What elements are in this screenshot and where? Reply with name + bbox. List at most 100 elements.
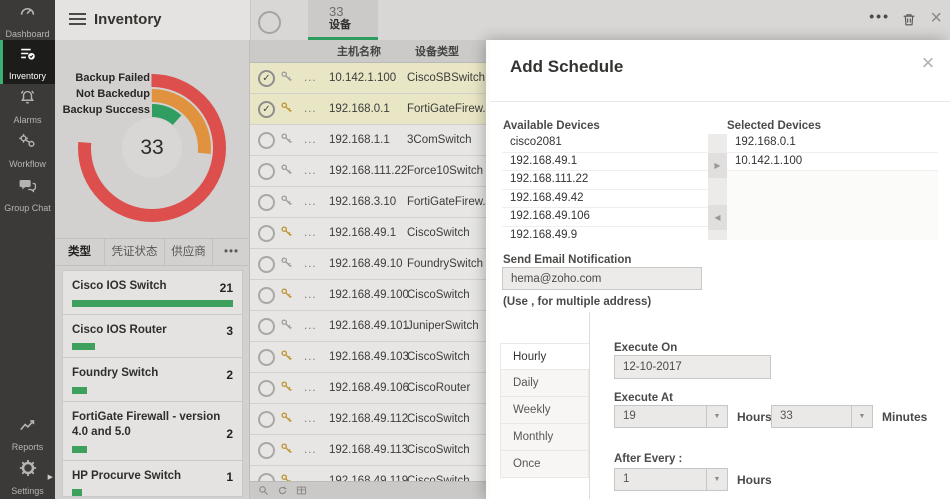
row-checkbox[interactable] bbox=[258, 441, 275, 459]
frequency-option[interactable]: Hourly bbox=[500, 343, 589, 370]
execute-on-date-input[interactable] bbox=[614, 355, 771, 379]
row-menu-ellipsis[interactable]: ... bbox=[304, 351, 329, 363]
sidebar-item-settings[interactable]: Settings bbox=[0, 455, 55, 499]
row-menu-ellipsis[interactable]: ... bbox=[304, 258, 329, 270]
available-device-item[interactable]: 192.168.49.42 bbox=[502, 189, 708, 209]
row-checkbox[interactable] bbox=[258, 255, 275, 273]
frequency-option[interactable]: Once bbox=[500, 451, 589, 478]
row-checkbox[interactable] bbox=[258, 131, 275, 149]
sidebar-item-workflow[interactable]: Workflow bbox=[0, 128, 55, 172]
device-type-row[interactable]: FortiGate Firewall - version 4.0 and 5.0… bbox=[63, 402, 242, 461]
device-row[interactable]: ... 192.168.111.22 Force10Switch bbox=[250, 156, 486, 187]
tab-device-count: 33 bbox=[329, 4, 344, 19]
row-checkbox[interactable] bbox=[258, 317, 275, 335]
refresh-icon[interactable] bbox=[277, 485, 288, 496]
execute-on-label: Execute On bbox=[614, 342, 678, 354]
column-header-type: 设备类型 bbox=[415, 46, 459, 58]
device-ip: 192.168.1.1 bbox=[329, 134, 390, 146]
device-type: JuniperSwitch bbox=[407, 320, 479, 332]
close-icon[interactable] bbox=[930, 7, 942, 30]
row-checkbox[interactable] bbox=[258, 286, 275, 304]
selected-device-item[interactable]: 192.168.0.1 bbox=[727, 134, 938, 153]
device-row[interactable]: ... 192.168.49.100 CiscoSwitch bbox=[250, 280, 486, 311]
row-checkbox[interactable] bbox=[258, 162, 275, 180]
device-row[interactable]: ... 192.168.3.10 FortiGateFirew... bbox=[250, 187, 486, 218]
row-menu-ellipsis[interactable]: ... bbox=[304, 165, 329, 177]
widget-tab[interactable]: 供应商 bbox=[165, 239, 213, 265]
row-checkbox[interactable] bbox=[258, 193, 275, 211]
row-checkbox[interactable] bbox=[258, 348, 275, 366]
row-menu-ellipsis[interactable]: ... bbox=[304, 413, 329, 425]
table-scrollbar[interactable] bbox=[486, 40, 490, 499]
available-device-item[interactable]: 192.168.49.106 bbox=[502, 208, 708, 227]
device-row[interactable]: ... 192.168.49.103 CiscoSwitch bbox=[250, 342, 486, 373]
widget-tab[interactable]: 凭证状态 bbox=[105, 239, 165, 265]
device-type-bar bbox=[72, 386, 88, 394]
available-device-item[interactable]: 192.168.49.9 bbox=[502, 226, 708, 240]
widget-tab[interactable]: 类型 bbox=[55, 239, 105, 265]
available-device-item[interactable]: 192.168.49.1 bbox=[502, 152, 708, 172]
sidebar-item-inventory[interactable]: Inventory bbox=[0, 40, 55, 84]
hour-select[interactable]: 19 bbox=[614, 405, 728, 428]
more-options-icon[interactable] bbox=[869, 8, 890, 24]
frequency-option[interactable]: Weekly bbox=[500, 397, 589, 424]
row-menu-ellipsis[interactable]: ... bbox=[304, 196, 329, 208]
row-checkbox[interactable] bbox=[258, 410, 275, 428]
select-all-checkbox[interactable] bbox=[258, 11, 281, 34]
widget-tab[interactable]: ••• bbox=[213, 239, 250, 265]
device-row[interactable]: ... 192.168.0.1 FortiGateFirew... bbox=[250, 94, 486, 125]
frequency-option[interactable]: Monthly bbox=[500, 424, 589, 451]
available-device-item[interactable]: 192.168.111.22 bbox=[502, 171, 708, 190]
device-type-row[interactable]: HP Procurve Switch 1 bbox=[63, 461, 242, 496]
device-row[interactable]: ... 192.168.49.112 CiscoSwitch bbox=[250, 404, 486, 435]
frequency-option[interactable]: Daily bbox=[500, 370, 589, 397]
device-row[interactable]: ... 192.168.49.106 CiscoRouter bbox=[250, 373, 486, 404]
row-menu-ellipsis[interactable]: ... bbox=[304, 320, 329, 332]
device-row[interactable]: ... 192.168.49.113 CiscoSwitch bbox=[250, 435, 486, 466]
row-menu-ellipsis[interactable]: ... bbox=[304, 227, 329, 239]
legend-label: Backup Failed bbox=[75, 72, 150, 84]
row-checkbox[interactable] bbox=[258, 379, 275, 397]
hours-unit-label: Hours bbox=[737, 410, 772, 424]
device-row[interactable]: ... 192.168.49.10 FoundrySwitch bbox=[250, 249, 486, 280]
row-menu-ellipsis[interactable]: ... bbox=[304, 382, 329, 394]
minute-select[interactable]: 33 bbox=[771, 405, 873, 428]
grid-view-icon[interactable] bbox=[296, 485, 307, 496]
donut-center-total: 33 bbox=[122, 118, 182, 178]
sidebar-item-alarms[interactable]: Alarms bbox=[0, 84, 55, 128]
device-row[interactable]: ... 192.168.49.1 CiscoSwitch bbox=[250, 218, 486, 249]
move-right-icon[interactable] bbox=[708, 153, 727, 178]
row-menu-ellipsis[interactable]: ... bbox=[304, 134, 329, 146]
device-type-row[interactable]: Cisco IOS Router 3 bbox=[63, 315, 242, 359]
bell-icon bbox=[18, 88, 37, 112]
device-type-row[interactable]: Foundry Switch 2 bbox=[63, 358, 242, 402]
dialog-close-icon[interactable] bbox=[916, 50, 940, 76]
tab-devices[interactable]: 33 设备 bbox=[308, 0, 378, 40]
device-row[interactable]: ... 10.142.1.100 CiscoSBSwitch bbox=[250, 63, 486, 94]
sidebar-item-reports[interactable]: Reports bbox=[0, 411, 55, 455]
row-menu-ellipsis[interactable]: ... bbox=[304, 289, 329, 301]
row-checkbox[interactable] bbox=[258, 224, 275, 242]
device-type-row[interactable]: Cisco IOS Switch 21 bbox=[63, 271, 242, 315]
dialog-title: Add Schedule bbox=[510, 57, 624, 76]
search-icon[interactable] bbox=[258, 485, 269, 496]
device-row[interactable]: ... 192.168.1.1 3ComSwitch bbox=[250, 125, 486, 156]
selected-device-item[interactable]: 10.142.1.100 bbox=[727, 152, 938, 172]
sidebar-item-dashboard[interactable]: Dashboard bbox=[0, 0, 55, 40]
row-menu-ellipsis[interactable]: ... bbox=[304, 444, 329, 456]
device-type-count: 21 bbox=[219, 280, 233, 295]
row-checkbox[interactable] bbox=[258, 69, 275, 87]
move-left-icon[interactable] bbox=[708, 205, 727, 230]
row-menu-ellipsis[interactable]: ... bbox=[304, 103, 329, 115]
available-device-item[interactable]: cisco2081 bbox=[502, 134, 708, 153]
sidebar-item-group-chat[interactable]: Group Chat bbox=[0, 172, 55, 216]
device-ip: 192.168.49.106 bbox=[329, 382, 409, 394]
menu-hamburger-icon[interactable] bbox=[69, 13, 86, 27]
email-input[interactable] bbox=[502, 267, 702, 290]
delete-icon[interactable] bbox=[901, 11, 917, 33]
row-checkbox[interactable] bbox=[258, 100, 275, 118]
after-every-select[interactable]: 1 bbox=[614, 468, 728, 491]
row-menu-ellipsis[interactable]: ... bbox=[304, 72, 329, 84]
device-row[interactable]: ... 192.168.49.101 JuniperSwitch bbox=[250, 311, 486, 342]
backup-status-donut[interactable]: 33 Backup Failed Not Backedup Backup Suc… bbox=[55, 40, 250, 238]
